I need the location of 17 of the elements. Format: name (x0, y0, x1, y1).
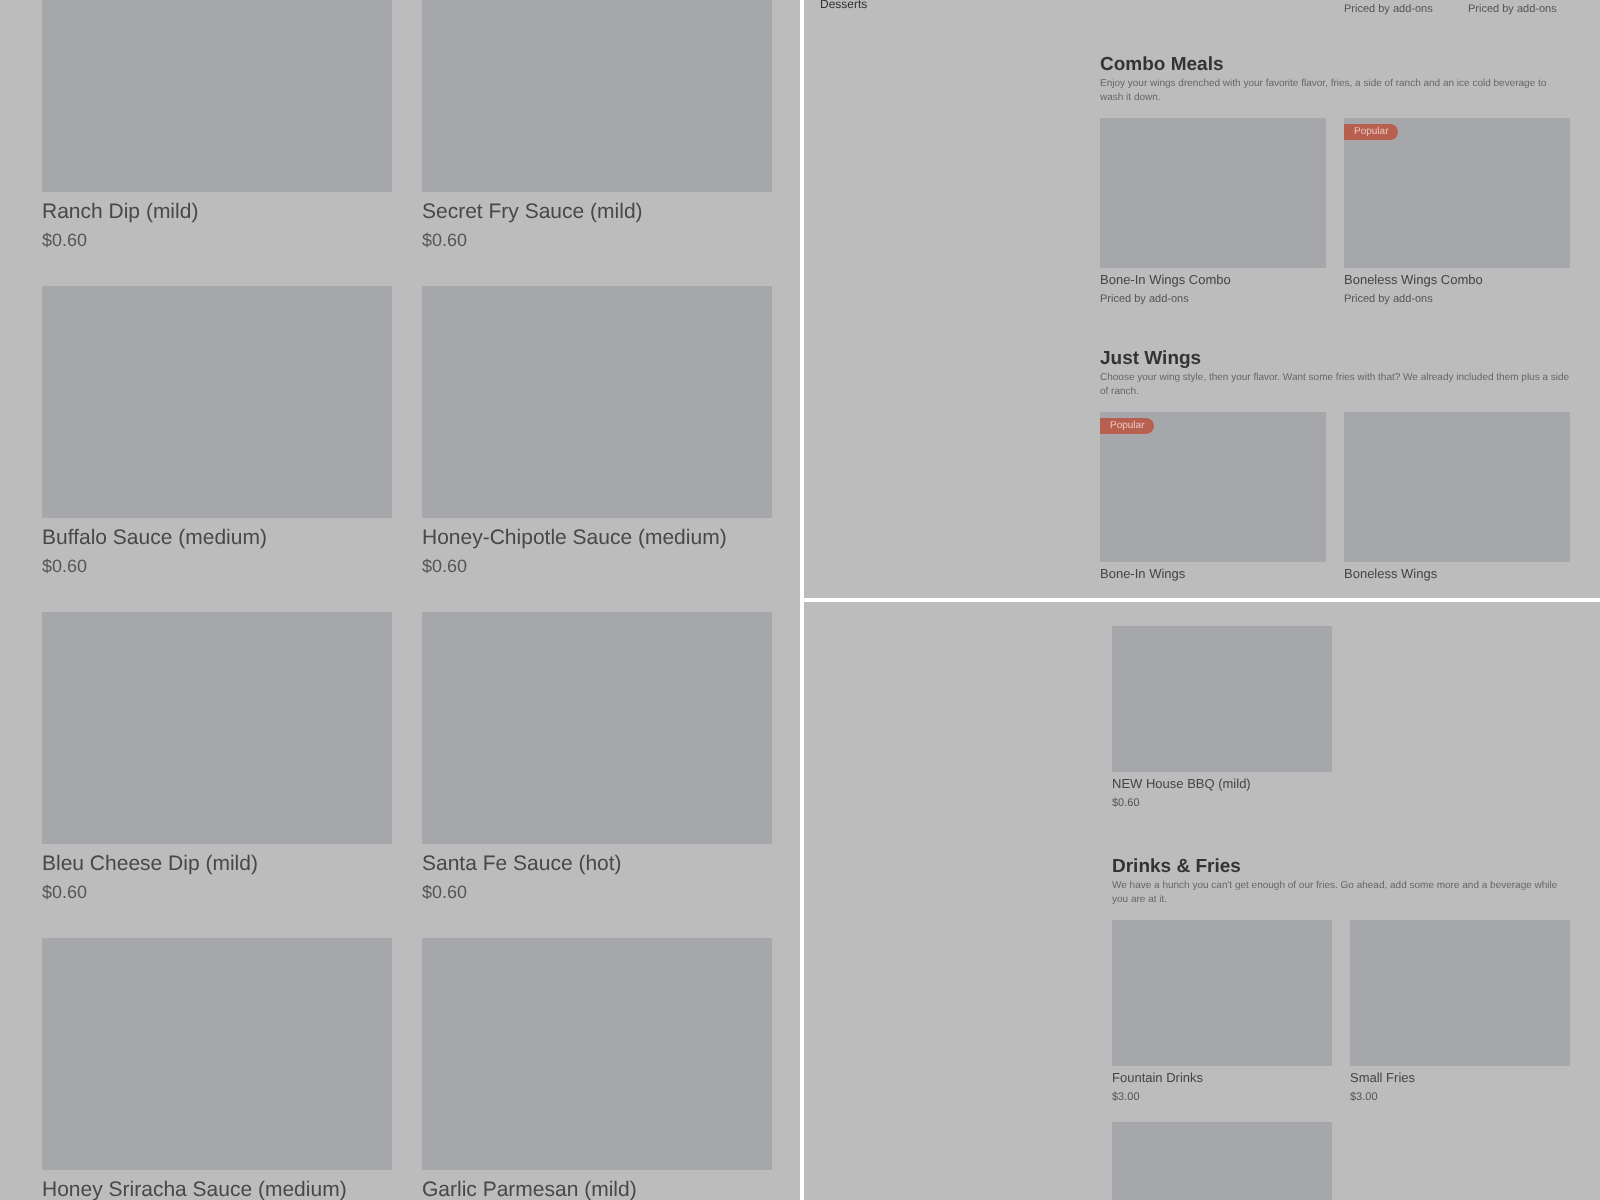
section-title: Just Wings (1100, 348, 1204, 372)
item-name: Bleu Cheese Dip (mild) (42, 850, 260, 880)
item-name: Honey Sriracha Sauce (medium) (42, 1176, 349, 1200)
item-name: Santa Fe Sauce (hot) (422, 850, 624, 880)
item-price: $0.60 (42, 554, 90, 580)
item-price: $0.60 (42, 880, 90, 906)
item-price: $0.60 (42, 228, 90, 254)
section-title: Combo Meals (1100, 54, 1226, 78)
item-name: Ranch Dip (mild) (42, 198, 201, 228)
item-name: Buffalo Sauce (medium) (42, 524, 269, 554)
item-name: Honey-Chipotle Sauce (medium) (422, 524, 729, 554)
section-title: Drinks & Fries (1112, 856, 1243, 880)
item-name: Secret Fry Sauce (mild) (422, 198, 645, 228)
item-price: $0.60 (422, 228, 470, 254)
item-price: $0.60 (422, 554, 470, 580)
item-price: $0.60 (422, 880, 470, 906)
item-name: Garlic Parmesan (mild) (422, 1176, 639, 1200)
